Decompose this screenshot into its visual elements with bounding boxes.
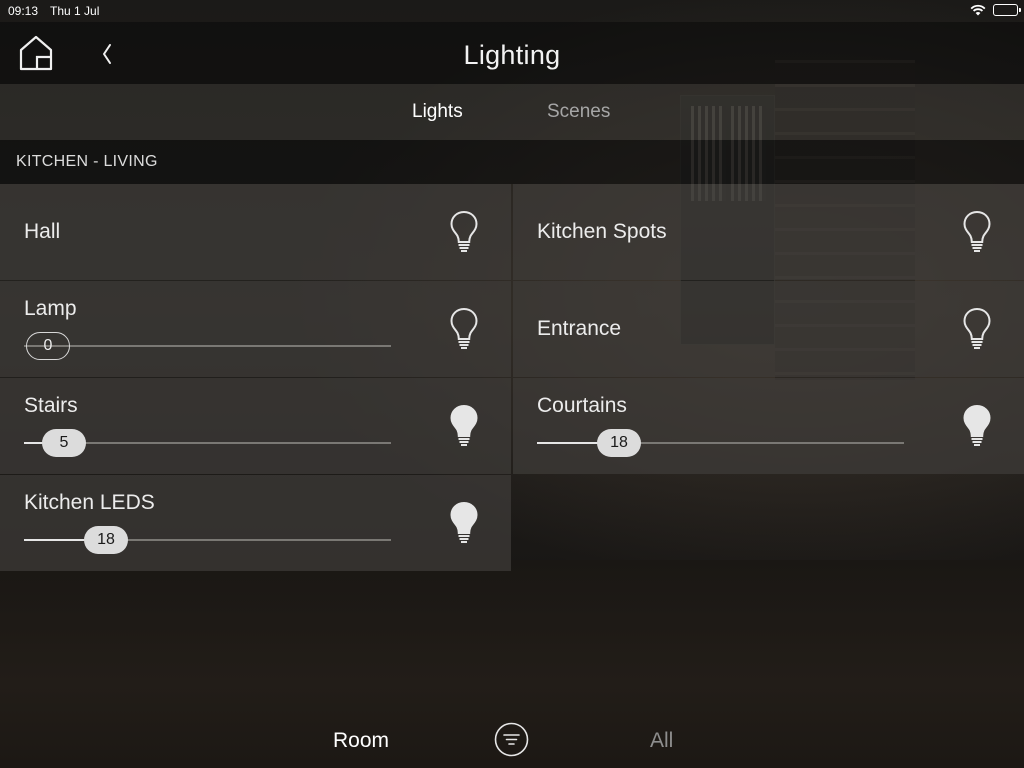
dimmer-slider[interactable]: 5 [24, 429, 391, 457]
wifi-icon [970, 4, 986, 16]
light-tile-hall[interactable]: Hall [0, 184, 511, 280]
lightbulb-filled-icon[interactable] [449, 404, 479, 448]
tab-lights[interactable]: Lights [412, 101, 463, 123]
light-tile-lamp[interactable]: Lamp 0 [0, 281, 511, 377]
light-tile-entrance[interactable]: Entrance [513, 281, 1024, 377]
dimmer-slider[interactable]: 0 [24, 332, 391, 360]
light-name: Kitchen LEDS [24, 491, 155, 514]
dimmer-slider[interactable]: 18 [24, 526, 391, 554]
slider-thumb[interactable]: 5 [42, 429, 86, 457]
lightbulb-outline-icon[interactable] [449, 307, 479, 351]
light-tile-kitchen-leds[interactable]: Kitchen LEDS 18 [0, 475, 511, 571]
light-name: Stairs [24, 394, 78, 417]
section-title: KITCHEN - LIVING [16, 153, 158, 170]
bottom-bar: Room All [0, 708, 1024, 768]
page-title: Lighting [463, 40, 561, 70]
light-tile-stairs[interactable]: Stairs 5 [0, 378, 511, 474]
lightbulb-filled-icon[interactable] [962, 404, 992, 448]
status-date: Thu 1 Jul [50, 4, 100, 18]
header-bar: Lighting [0, 22, 1024, 84]
status-time: 09:13 [8, 4, 39, 18]
light-name: Entrance [537, 317, 622, 340]
tab-scenes[interactable]: Scenes [547, 101, 610, 123]
light-name: Courtains [537, 394, 627, 417]
light-tile-kitchen-spots[interactable]: Kitchen Spots [513, 184, 1024, 280]
slider-thumb[interactable]: 18 [84, 526, 128, 554]
tabs-bar: Lights Scenes [0, 84, 1024, 140]
section-header: KITCHEN - LIVING [0, 140, 1024, 184]
light-name: Hall [24, 220, 61, 243]
lightbulb-filled-icon[interactable] [449, 501, 479, 545]
lightbulb-outline-icon[interactable] [962, 210, 992, 254]
slider-thumb[interactable]: 18 [597, 429, 641, 457]
dimmer-slider[interactable]: 18 [537, 429, 904, 457]
light-name: Kitchen Spots [537, 220, 667, 243]
slider-thumb[interactable]: 0 [26, 332, 70, 360]
lightbulb-outline-icon[interactable] [449, 210, 479, 254]
filter-icon[interactable] [494, 722, 529, 757]
bottom-tab-room[interactable]: Room [333, 729, 389, 753]
bottom-tab-all[interactable]: All [650, 729, 673, 753]
battery-icon [993, 4, 1021, 16]
lightbulb-outline-icon[interactable] [962, 307, 992, 351]
light-name: Lamp [24, 297, 77, 320]
light-tile-courtains[interactable]: Courtains 18 [513, 378, 1024, 474]
status-bar: 09:13 Thu 1 Jul [0, 0, 1024, 22]
